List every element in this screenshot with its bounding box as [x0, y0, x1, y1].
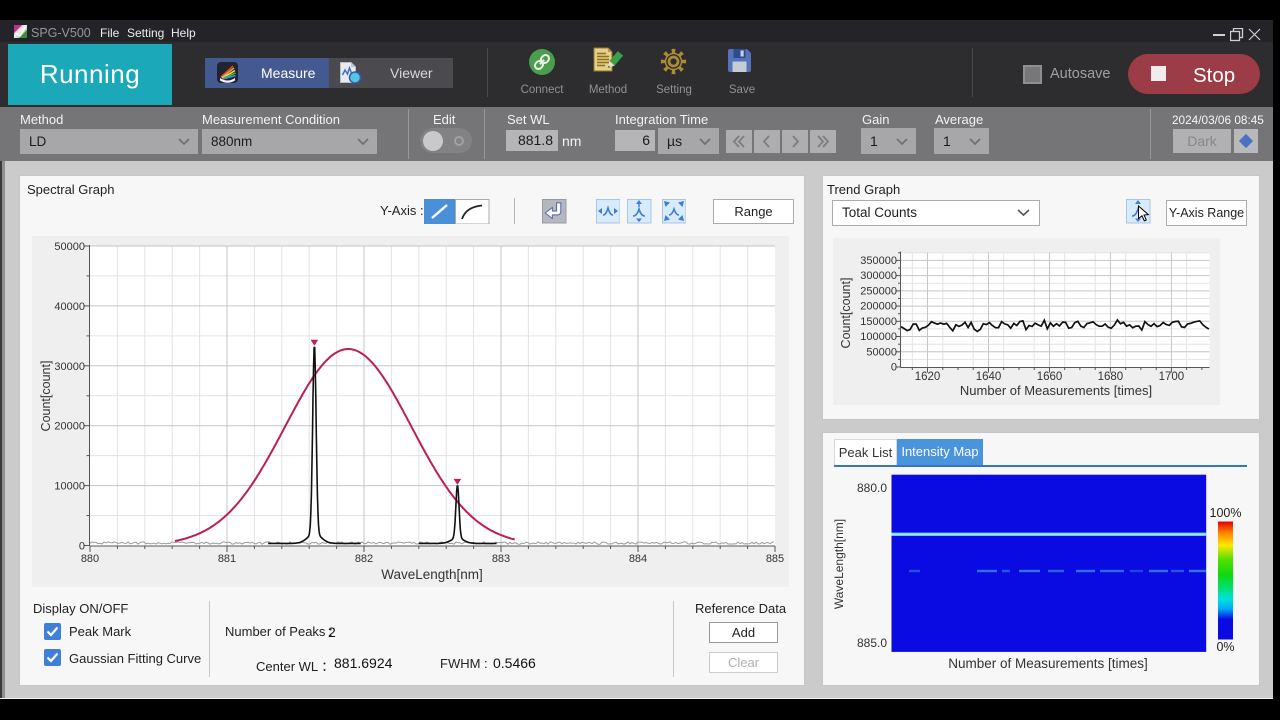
svg-text:30000: 30000: [54, 361, 85, 373]
svg-text:881: 881: [218, 553, 236, 565]
svg-text:884: 884: [629, 553, 647, 565]
svg-text:300000: 300000: [860, 270, 897, 282]
svg-text:885: 885: [766, 553, 784, 565]
svg-text:880.0: 880.0: [857, 481, 887, 495]
svg-text:100%: 100%: [1210, 506, 1242, 520]
svg-text:250000: 250000: [860, 285, 897, 297]
svg-text:0: 0: [79, 541, 85, 553]
svg-text:883: 883: [492, 553, 510, 565]
svg-text:Count[count]: Count[count]: [839, 278, 853, 349]
svg-text:WaveLength[nm]: WaveLength[nm]: [832, 519, 846, 609]
svg-text:Number of Measurements [times]: Number of Measurements [times]: [960, 383, 1152, 398]
svg-text:885.0: 885.0: [857, 636, 887, 650]
svg-text:200000: 200000: [860, 301, 897, 313]
svg-text:150000: 150000: [860, 316, 897, 328]
svg-text:0%: 0%: [1216, 640, 1234, 654]
svg-text:1680: 1680: [1098, 371, 1124, 383]
svg-text:10000: 10000: [54, 481, 85, 493]
svg-text:880: 880: [81, 553, 99, 565]
svg-text:40000: 40000: [54, 301, 85, 313]
svg-text:50000: 50000: [866, 346, 897, 358]
svg-text:100000: 100000: [860, 331, 897, 343]
svg-text:Number of Measurements [times]: Number of Measurements [times]: [948, 656, 1148, 671]
svg-text:Count[count]: Count[count]: [39, 361, 53, 432]
svg-text:1700: 1700: [1159, 371, 1185, 383]
svg-text:0: 0: [891, 362, 897, 374]
svg-text:WaveLength[nm]: WaveLength[nm]: [381, 567, 483, 582]
svg-text:1640: 1640: [976, 371, 1002, 383]
svg-text:20000: 20000: [54, 421, 85, 433]
svg-text:350000: 350000: [860, 255, 897, 267]
svg-text:882: 882: [355, 553, 373, 565]
svg-text:1660: 1660: [1037, 371, 1063, 383]
svg-text:50000: 50000: [54, 241, 85, 253]
svg-text:1620: 1620: [915, 371, 941, 383]
